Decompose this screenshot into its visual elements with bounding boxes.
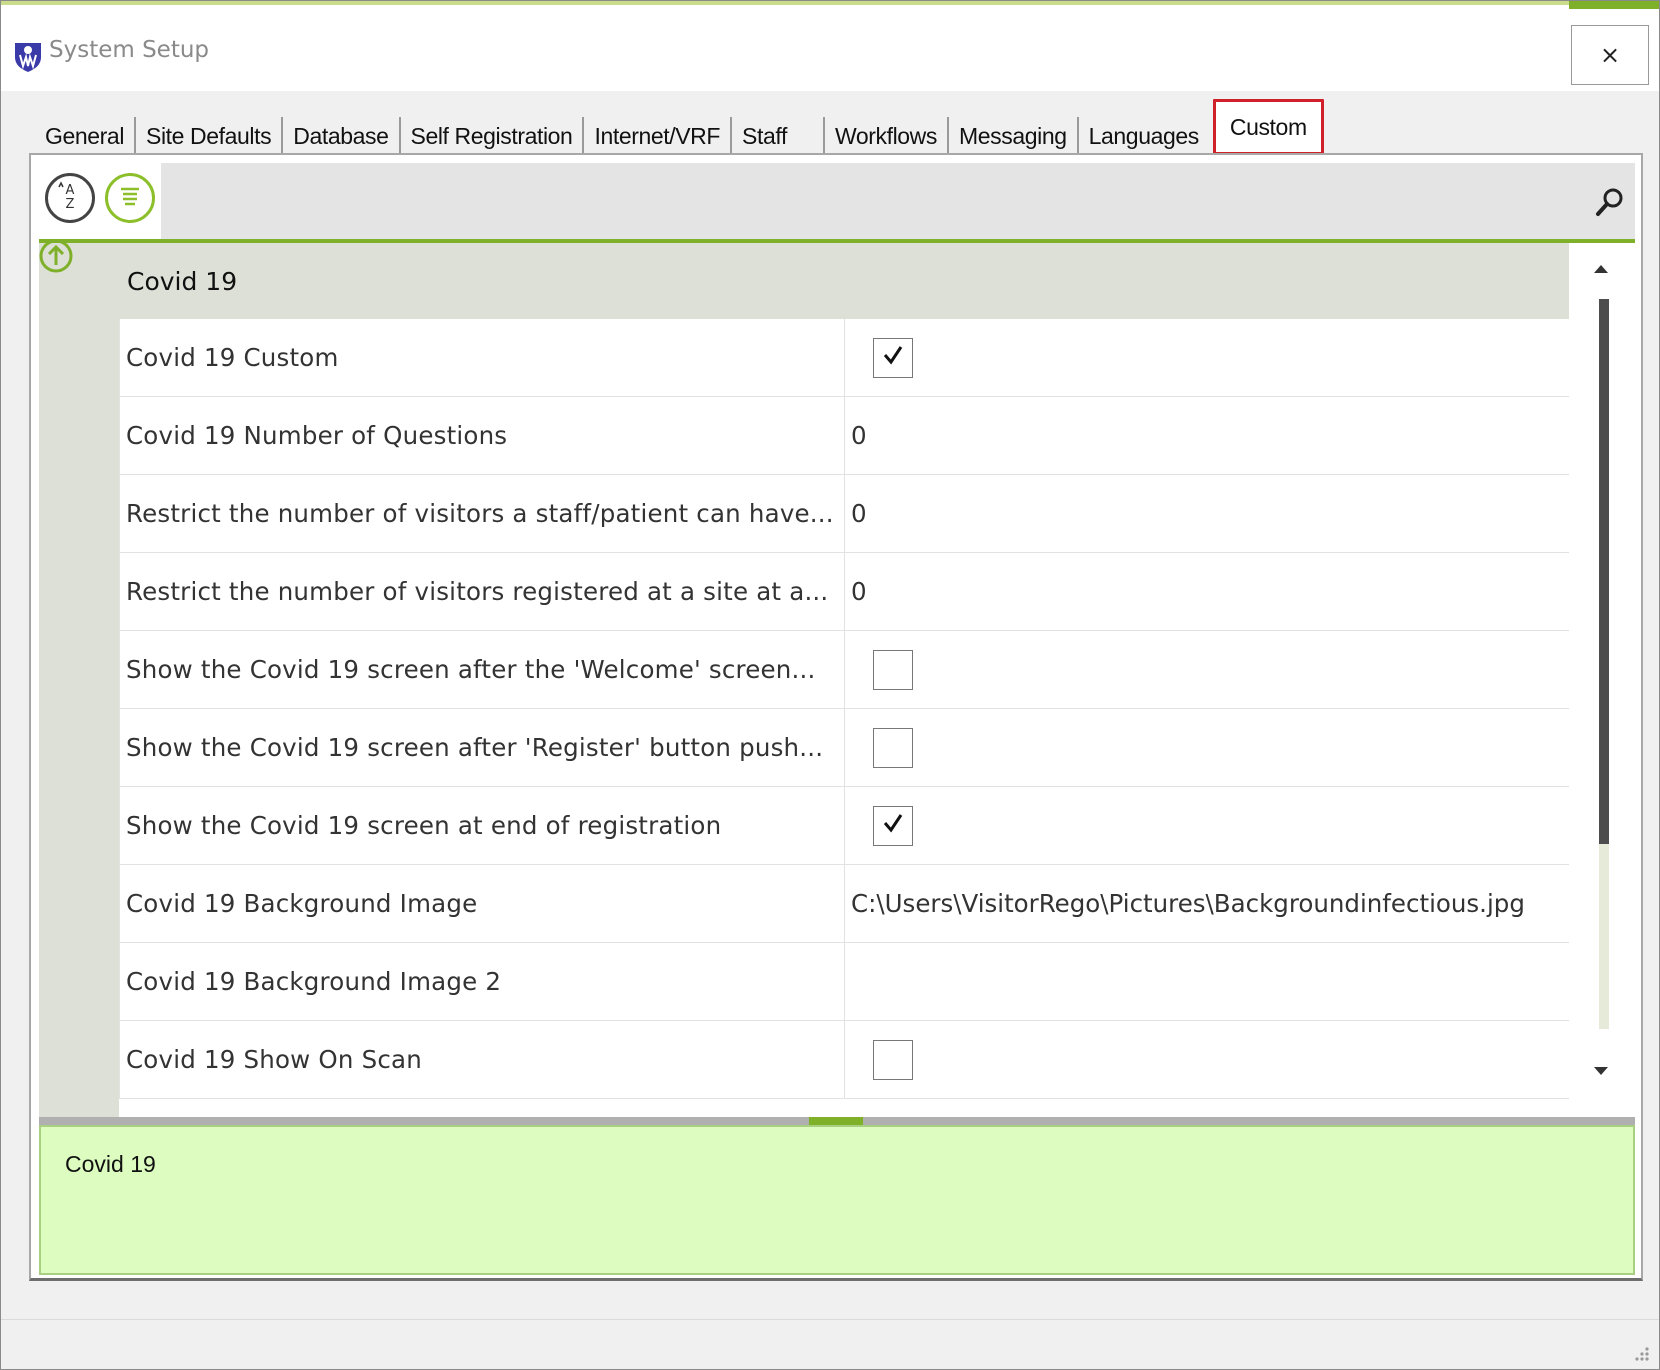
show-on-scan-checkbox[interactable] bbox=[873, 1039, 913, 1080]
title-accent-bar bbox=[1569, 1, 1659, 9]
property-name: Show the Covid 19 screen at end of regis… bbox=[119, 787, 845, 864]
tab-custom[interactable]: Custom bbox=[1212, 99, 1324, 155]
property-row[interactable]: Covid 19 Background Image C:\Users\Visit… bbox=[119, 865, 1569, 943]
after-register-checkbox[interactable] bbox=[873, 727, 913, 768]
property-row[interactable]: Covid 19 Number of Questions 0 bbox=[119, 397, 1569, 475]
property-value bbox=[845, 631, 1569, 708]
description-splitter[interactable] bbox=[39, 1117, 1635, 1125]
tab-internet-vrf[interactable]: Internet/VRF bbox=[584, 117, 733, 155]
tab-self-registration[interactable]: Self Registration bbox=[400, 117, 585, 155]
property-name: Covid 19 Custom bbox=[119, 319, 845, 396]
property-toolbar: A Z bbox=[39, 163, 1635, 239]
search-input[interactable] bbox=[161, 163, 1635, 239]
categorized-view-icon bbox=[113, 179, 147, 217]
description-pane: Covid 19 bbox=[39, 1125, 1635, 1275]
property-row[interactable]: Covid 19 Custom bbox=[119, 319, 1569, 397]
splitter-grip[interactable] bbox=[809, 1117, 863, 1125]
property-row[interactable]: Show the Covid 19 screen at end of regis… bbox=[119, 787, 1569, 865]
property-panel: A Z Covid 19 Covid 19 Custom Covid 19 Nu… bbox=[29, 153, 1643, 1281]
system-setup-window: System Setup × General Site Defaults Dat… bbox=[0, 0, 1660, 1370]
tab-messaging[interactable]: Messaging bbox=[948, 117, 1079, 155]
property-value bbox=[845, 787, 1569, 864]
property-name: Show the Covid 19 screen after the 'Welc… bbox=[119, 631, 845, 708]
tab-languages[interactable]: Languages bbox=[1078, 117, 1209, 155]
sort-alphabetical-button[interactable]: A Z bbox=[45, 173, 95, 223]
collapse-category-icon[interactable] bbox=[39, 243, 77, 277]
after-welcome-checkbox[interactable] bbox=[873, 649, 913, 690]
category-header[interactable]: Covid 19 bbox=[119, 243, 1569, 319]
svg-text:A: A bbox=[66, 183, 75, 198]
description-text: Covid 19 bbox=[65, 1151, 156, 1177]
tab-staff[interactable]: Staff bbox=[732, 117, 825, 155]
property-row[interactable]: Restrict the number of visitors a staff/… bbox=[119, 475, 1569, 553]
vertical-scrollbar[interactable] bbox=[1569, 243, 1635, 1117]
property-name: Restrict the number of visitors register… bbox=[119, 553, 845, 630]
property-value bbox=[845, 319, 1569, 396]
tab-site-defaults[interactable]: Site Defaults bbox=[136, 117, 284, 155]
property-row[interactable]: Covid 19 Background Image 2 bbox=[119, 943, 1569, 1021]
title-bar: System Setup × bbox=[1, 1, 1659, 91]
visitors-per-staff-field[interactable]: 0 bbox=[845, 475, 1569, 552]
property-list: Covid 19 Custom Covid 19 Number of Quest… bbox=[119, 319, 1569, 1099]
close-button[interactable]: × bbox=[1571, 25, 1649, 85]
number-of-questions-field[interactable]: 0 bbox=[845, 397, 1569, 474]
search-icon[interactable] bbox=[1593, 185, 1627, 219]
app-logo-icon bbox=[11, 39, 45, 73]
scroll-down-arrow-icon[interactable] bbox=[1591, 1063, 1611, 1077]
tab-workflows[interactable]: Workflows bbox=[824, 117, 949, 155]
property-name: Covid 19 Background Image bbox=[119, 865, 845, 942]
tab-general[interactable]: General bbox=[35, 117, 137, 155]
property-name: Show the Covid 19 screen after 'Register… bbox=[119, 709, 845, 786]
property-name: Covid 19 Show On Scan bbox=[119, 1021, 845, 1098]
property-row[interactable]: Restrict the number of visitors register… bbox=[119, 553, 1569, 631]
property-row[interactable]: Show the Covid 19 screen after 'Register… bbox=[119, 709, 1569, 787]
window-title: System Setup bbox=[49, 37, 210, 63]
checkmark-icon bbox=[880, 810, 906, 842]
property-row[interactable]: Covid 19 Show On Scan bbox=[119, 1021, 1569, 1099]
tab-strip: General Site Defaults Database Self Regi… bbox=[35, 99, 1324, 155]
property-name: Covid 19 Number of Questions bbox=[119, 397, 845, 474]
covid19-custom-checkbox[interactable] bbox=[873, 337, 913, 378]
background-image-2-field[interactable] bbox=[845, 943, 1569, 1020]
sort-alphabetical-icon: A Z bbox=[53, 179, 87, 217]
property-name: Covid 19 Background Image 2 bbox=[119, 943, 845, 1020]
tab-database[interactable]: Database bbox=[283, 117, 401, 155]
status-bar bbox=[1, 1319, 1659, 1369]
property-grid: Covid 19 Covid 19 Custom Covid 19 Number… bbox=[39, 239, 1635, 1117]
property-value bbox=[845, 1021, 1569, 1098]
grid-gutter bbox=[39, 243, 119, 1117]
checkmark-icon bbox=[880, 342, 906, 374]
scroll-thumb[interactable] bbox=[1599, 299, 1609, 844]
categorized-view-button[interactable] bbox=[105, 173, 155, 223]
resize-grip-icon[interactable] bbox=[1629, 1341, 1651, 1363]
property-value bbox=[845, 709, 1569, 786]
property-name: Restrict the number of visitors a staff/… bbox=[119, 475, 845, 552]
background-image-field[interactable]: C:\Users\VisitorRego\Pictures\Background… bbox=[845, 865, 1569, 942]
property-row[interactable]: Show the Covid 19 screen after the 'Welc… bbox=[119, 631, 1569, 709]
visitors-per-site-field[interactable]: 0 bbox=[845, 553, 1569, 630]
scroll-up-arrow-icon[interactable] bbox=[1591, 261, 1611, 275]
close-icon: × bbox=[1599, 41, 1621, 69]
svg-text:Z: Z bbox=[66, 197, 75, 212]
end-of-registration-checkbox[interactable] bbox=[873, 805, 913, 846]
